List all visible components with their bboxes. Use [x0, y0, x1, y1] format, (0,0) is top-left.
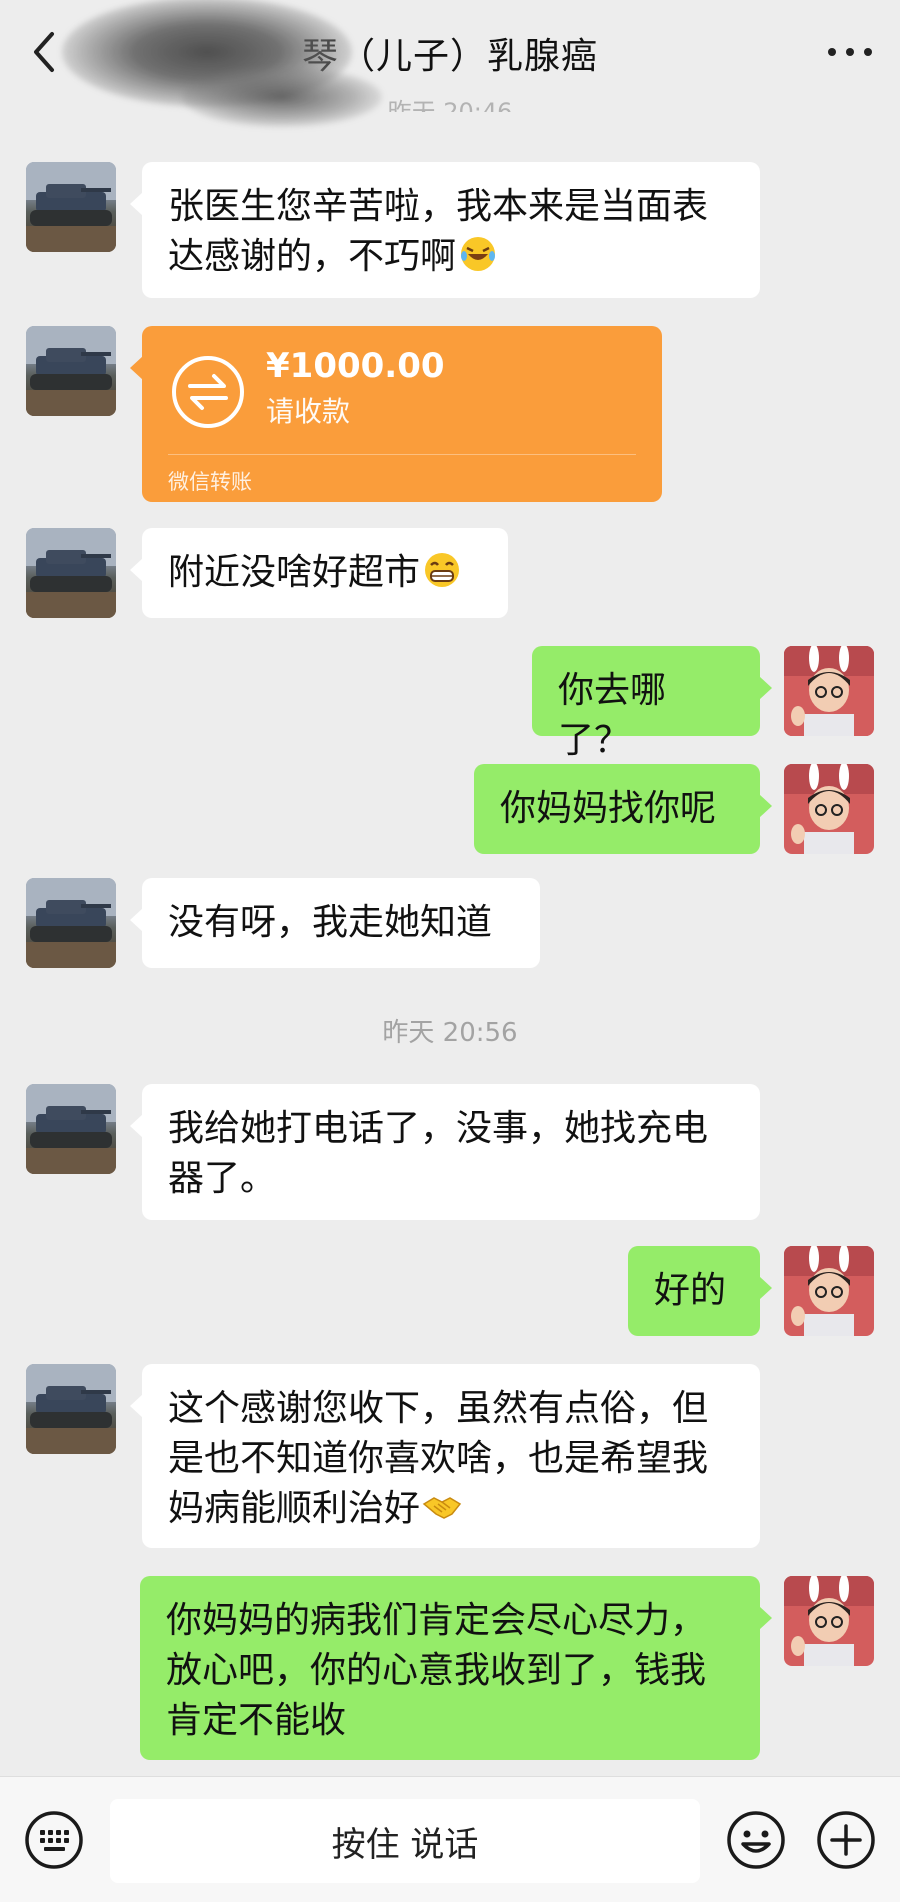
message-bubble[interactable]: 没有呀，我走她知道 — [130, 878, 540, 968]
tank-avatar-image — [26, 1084, 116, 1174]
doctor-avatar-image — [784, 646, 874, 736]
message-bubble[interactable]: 你妈妈的病我们肯定会尽心尽力， 放心吧，你的心意我收到了，钱我 肯定不能收 — [140, 1576, 772, 1760]
transfer-amount: ¥1000.00 — [266, 346, 445, 386]
avatar-self[interactable] — [784, 646, 874, 736]
plus-circle-icon — [817, 1811, 875, 1869]
message-bubble[interactable]: 我给她打电话了，没事，她找充电 器了。 — [130, 1084, 760, 1220]
timestamp: 昨天 20:56 — [382, 1018, 518, 1048]
message-bubble[interactable]: 你去哪了？ — [532, 646, 772, 761]
transfer-footer: 微信转账 — [168, 470, 252, 494]
emoji-face-icon — [727, 1811, 785, 1869]
doctor-avatar-image — [784, 764, 874, 854]
avatar-self[interactable] — [784, 764, 874, 854]
message-text: 你妈妈找你呢 — [500, 788, 717, 829]
keyboard-button[interactable] — [24, 1810, 84, 1870]
handshake-emoji — [422, 1497, 462, 1519]
avatar-contact[interactable] — [26, 326, 116, 416]
grinning-emoji — [425, 553, 460, 587]
avatar-contact[interactable] — [26, 162, 116, 252]
emoji-button[interactable] — [726, 1810, 786, 1870]
chat-title-wrap: 琴（儿子）乳腺癌 — [61, 0, 598, 127]
tank-avatar-image — [26, 1364, 116, 1454]
message-text-line: 放心吧，你的心意我收到了，钱我 — [166, 1650, 707, 1691]
message-text: 这个感谢您收下，虽然有点俗，但 — [168, 1388, 709, 1429]
message-text-line: 妈病能顺利治好 — [168, 1484, 734, 1534]
doctor-avatar-image — [784, 1576, 874, 1666]
tank-avatar-image — [26, 878, 116, 968]
message-text: 好的 — [654, 1270, 727, 1311]
input-bar: 按住 说话 — [0, 1776, 900, 1902]
chevron-left-icon — [34, 32, 54, 72]
avatar-contact[interactable] — [26, 878, 116, 968]
message-text: 张医生您辛苦啦，我本来是当面表 — [168, 186, 709, 227]
laughing-tears-emoji — [461, 237, 496, 271]
message-text-line: 肯定不能收 — [166, 1700, 347, 1741]
transfer-card[interactable]: ¥1000.00 请收款 微信转账 — [130, 326, 662, 502]
avatar-contact[interactable] — [26, 1364, 116, 1454]
message-text: 我给她打电话了，没事，她找充电 — [168, 1108, 709, 1149]
transfer-arrows-icon — [172, 356, 244, 428]
message-text: 附近没啥好超市 — [168, 552, 421, 593]
doctor-avatar-image — [784, 1246, 874, 1336]
message-text-line: 是也不知道你喜欢啥，也是希望我 — [168, 1438, 709, 1479]
message-bubble[interactable]: 你妈妈找你呢 — [474, 764, 772, 854]
more-button[interactable] — [822, 30, 878, 74]
keyboard-icon — [25, 1811, 83, 1869]
message-text-line: 器了。 — [168, 1158, 277, 1199]
avatar-contact[interactable] — [26, 528, 116, 618]
message-bubble[interactable]: 张医生您辛苦啦，我本来是当面表 达感谢的，不巧啊 — [130, 162, 760, 298]
message-bubble[interactable]: 附近没啥好超市 — [130, 528, 508, 618]
transfer-action: 请收款 — [266, 395, 351, 428]
plus-button[interactable] — [816, 1810, 876, 1870]
tank-avatar-image — [26, 162, 116, 252]
message-text: 你去哪了？ — [558, 670, 667, 761]
message-text: 你妈妈的病我们肯定会尽心尽力， — [166, 1600, 707, 1641]
tank-avatar-image — [26, 528, 116, 618]
partial-timestamp: 昨天 20:46 — [387, 98, 513, 112]
tank-avatar-image — [26, 326, 116, 416]
message-bubble[interactable]: 这个感谢您收下，虽然有点俗，但 是也不知道你喜欢啥，也是希望我 妈病能顺利治好 — [130, 1364, 760, 1548]
more-icon — [828, 48, 872, 56]
message-text: 没有呀，我走她知道 — [168, 902, 493, 943]
avatar-self[interactable] — [784, 1246, 874, 1336]
message-text-line: 达感谢的，不巧啊 — [168, 232, 734, 282]
hold-to-talk-button[interactable]: 按住 说话 — [110, 1799, 700, 1883]
avatar-self[interactable] — [784, 1576, 874, 1666]
back-button[interactable] — [22, 28, 66, 76]
avatar-contact[interactable] — [26, 1084, 116, 1174]
chat-header: 琴（儿子）乳腺癌 — [0, 0, 900, 127]
message-bubble[interactable]: 好的 — [628, 1246, 772, 1336]
divider — [168, 454, 636, 455]
